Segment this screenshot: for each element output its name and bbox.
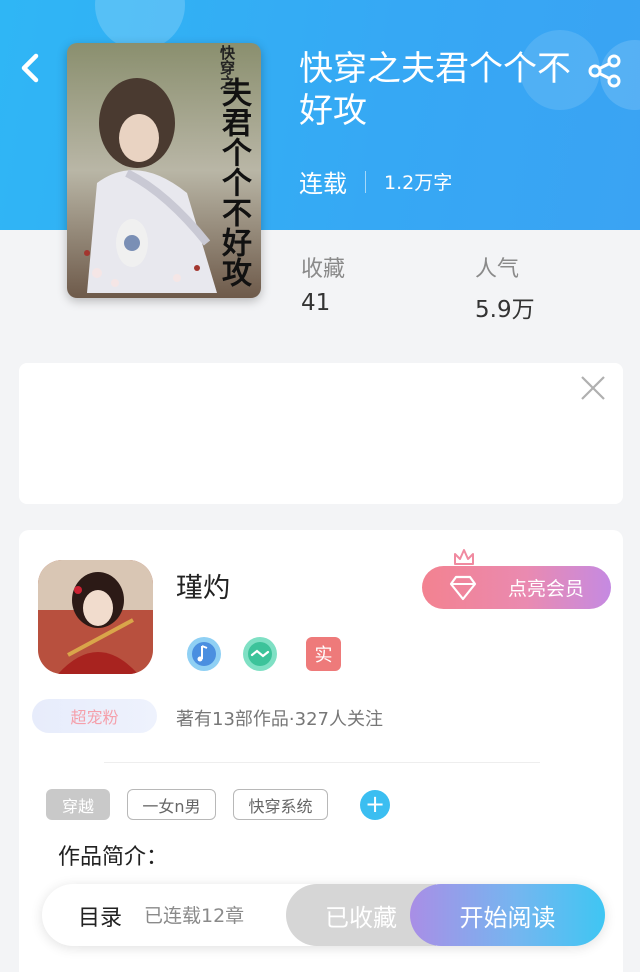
diamond-icon <box>448 575 478 601</box>
cover-title-text: 夫君个个不好攻 <box>216 77 251 287</box>
back-arrow-icon[interactable] <box>14 50 48 86</box>
author-summary: 著有13部作品·327人关注 <box>176 709 383 730</box>
book-title: 快穿之夫君个个不好攻 <box>299 49 571 131</box>
vip-button[interactable]: 点亮会员 <box>422 566 611 609</box>
popularity-label: 人气 <box>475 257 520 282</box>
vip-button-label: 点亮会员 <box>507 578 584 600</box>
tag-chip[interactable]: 穿越 <box>46 789 110 820</box>
favorites-label: 收藏 <box>301 257 346 282</box>
share-icon[interactable] <box>586 52 624 90</box>
word-count: 1.2万字 <box>384 172 453 194</box>
start-reading-button[interactable]: 开始阅读 <box>410 884 605 946</box>
author-name[interactable]: 瑾灼 <box>176 566 230 605</box>
close-icon[interactable] <box>580 375 606 401</box>
ad-card <box>19 363 623 504</box>
intro-title: 作品简介： <box>58 845 169 870</box>
book-meta: 连载 1.2万字 <box>299 164 452 199</box>
serial-status: 连载 <box>299 170 347 198</box>
author-avatar[interactable] <box>38 560 153 674</box>
fan-badge[interactable]: 超宠粉 <box>32 699 157 733</box>
tag-chip[interactable]: 快穿系统 <box>233 789 328 820</box>
verified-badge[interactable]: 实 <box>306 637 341 671</box>
chapter-count[interactable]: 已连载12章 <box>144 901 244 928</box>
handshake-badge-icon[interactable] <box>242 636 278 672</box>
add-tag-button[interactable]: + <box>360 790 390 820</box>
popularity-value: 5.9万 <box>475 297 535 323</box>
favorites-value: 41 <box>301 290 331 316</box>
tag-chip[interactable]: 一女n男 <box>127 789 216 820</box>
music-badge-icon[interactable] <box>186 636 222 672</box>
divider <box>104 762 540 763</box>
divider <box>365 170 366 193</box>
book-cover[interactable]: 快穿之 夫君个个不好攻 <box>67 43 261 298</box>
toc-button[interactable]: 目录 <box>78 900 122 932</box>
crown-icon <box>452 546 476 568</box>
